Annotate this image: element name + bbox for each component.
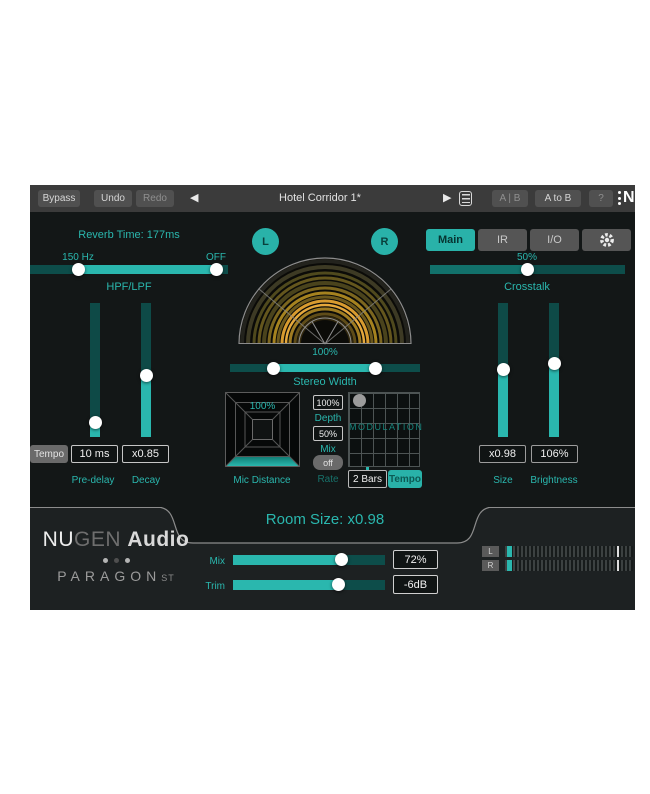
stereo-width-right-handle[interactable] <box>369 362 382 375</box>
settings-button[interactable] <box>582 229 631 251</box>
crosstalk-value: 50% <box>516 252 537 263</box>
gear-icon <box>599 233 614 247</box>
brightness-label: Brightness <box>530 475 578 486</box>
footer-panel: Room Size: x0.98 NUGEN Audio PARAGONST M… <box>30 507 635 610</box>
plugin-window: Bypass Undo Redo ◀ Hotel Corridor 1* ▶ A… <box>30 185 635 610</box>
solo-right-button[interactable]: R <box>371 228 398 255</box>
nugen-logo-icon: N <box>618 189 635 207</box>
mix-handle[interactable] <box>335 553 348 566</box>
meter-left-label: L <box>482 546 499 557</box>
tab-ir[interactable]: IR <box>478 229 527 251</box>
next-preset-icon[interactable]: ▶ <box>443 192 451 205</box>
decay-value-box[interactable]: x0.85 <box>122 445 169 463</box>
size-handle[interactable] <box>496 363 510 376</box>
solo-left-button[interactable]: L <box>252 228 279 255</box>
brand-nu: NU <box>42 528 74 551</box>
meter-right <box>505 560 633 571</box>
preset-list-icon[interactable] <box>459 191 472 206</box>
mod-rate-label: Rate <box>317 474 339 485</box>
stereo-width-label: Stereo Width <box>293 376 357 388</box>
predelay-value-box[interactable]: 10 ms <box>71 445 118 463</box>
tab-main[interactable]: Main <box>426 229 475 251</box>
redo-button[interactable]: Redo <box>136 190 174 207</box>
mic-distance-label: Mic Distance <box>233 475 291 486</box>
brightness-value-box[interactable]: 106% <box>531 445 578 463</box>
hpf-lpf-slider[interactable] <box>30 263 228 276</box>
modulation-handle[interactable] <box>353 394 366 407</box>
trim-label: Trim <box>205 581 225 592</box>
trim-slider[interactable] <box>233 578 385 591</box>
trim-handle[interactable] <box>332 578 345 591</box>
mod-mix-label: Mix <box>320 444 336 455</box>
bypass-button[interactable]: Bypass <box>38 190 80 207</box>
mix-label: Mix <box>209 556 225 567</box>
preset-name[interactable]: Hotel Corridor 1* <box>220 192 420 204</box>
hpf-value: 150 Hz <box>62 252 94 263</box>
modulation-title: MODULATION <box>349 422 424 432</box>
product-name: PARAGON <box>57 568 162 584</box>
predelay-slider[interactable] <box>88 303 102 437</box>
title-bar: Bypass Undo Redo ◀ Hotel Corridor 1* ▶ A… <box>30 185 635 212</box>
brightness-handle[interactable] <box>547 357 561 370</box>
mod-off-toggle[interactable]: off <box>313 455 343 470</box>
meter-right-label: R <box>482 560 499 571</box>
crosstalk-label: Crosstalk <box>504 281 550 293</box>
mod-depth-value-box[interactable]: 100% <box>313 395 343 410</box>
decay-slider[interactable] <box>139 303 153 437</box>
prev-preset-icon[interactable]: ◀ <box>190 192 198 205</box>
page-background: Bypass Undo Redo ◀ Hotel Corridor 1* ▶ A… <box>0 0 650 794</box>
stereo-width-value: 100% <box>312 347 338 358</box>
reverb-radar-display <box>238 257 412 345</box>
hpf-handle[interactable] <box>72 263 85 276</box>
mod-depth-label: Depth <box>314 413 342 424</box>
brand-audio: Audio <box>127 528 190 551</box>
reverb-time-readout: Reverb Time: 177ms <box>78 229 180 241</box>
trim-value-box[interactable]: -6dB <box>393 575 438 594</box>
brightness-slider[interactable] <box>547 303 561 437</box>
mix-value-box[interactable]: 72% <box>393 550 438 569</box>
ab-compare-button[interactable]: A | B <box>492 190 528 207</box>
tab-io[interactable]: I/O <box>530 229 579 251</box>
brand-gen: GEN <box>74 528 122 551</box>
stereo-width-slider[interactable] <box>230 362 420 375</box>
predelay-handle[interactable] <box>88 416 102 429</box>
decay-handle[interactable] <box>139 369 153 382</box>
help-button[interactable]: ? <box>589 190 613 207</box>
size-slider[interactable] <box>496 303 510 437</box>
lpf-value: OFF <box>206 252 226 263</box>
mod-tempo-sync-button[interactable]: Tempo <box>388 470 422 488</box>
undo-button[interactable]: Undo <box>94 190 132 207</box>
mic-distance-value: 100% <box>249 401 276 412</box>
mod-rate-value-box[interactable]: 2 Bars <box>348 470 387 488</box>
modulation-xy-pad[interactable]: MODULATION <box>348 392 424 467</box>
crosstalk-slider[interactable] <box>430 263 625 276</box>
predelay-tempo-button[interactable]: Tempo <box>30 445 68 463</box>
decay-label: Decay <box>131 475 161 486</box>
a-to-b-button[interactable]: A to B <box>535 190 581 207</box>
room-size-readout: Room Size: x0.98 <box>265 511 385 528</box>
meter-left <box>505 546 633 557</box>
size-value-box[interactable]: x0.98 <box>479 445 526 463</box>
mix-slider[interactable] <box>233 553 385 566</box>
stereo-width-left-handle[interactable] <box>267 362 280 375</box>
filter-label: HPF/LPF <box>106 281 152 293</box>
mod-mix-value-box[interactable]: 50% <box>313 426 343 441</box>
lpf-handle[interactable] <box>210 263 223 276</box>
crosstalk-handle[interactable] <box>521 263 534 276</box>
